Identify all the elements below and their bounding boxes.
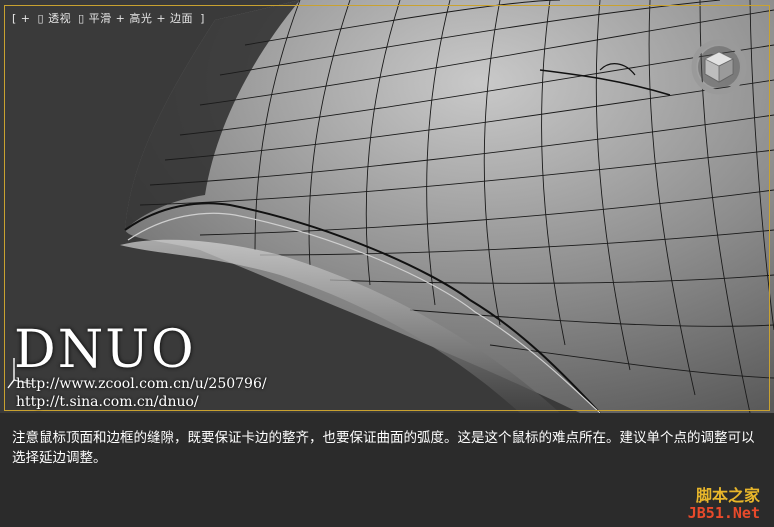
viewport-label-view-mode[interactable]: ▯ 透视 bbox=[38, 12, 72, 25]
3d-viewport[interactable]: [ + ▯ 透视 ▯ 平滑 + 高光 + 边面 ] DNUO http://ww… bbox=[0, 0, 774, 413]
viewport-label-menu[interactable]: [ + ▯ 透视 ▯ 平滑 + 高光 + 边面 ] bbox=[12, 10, 208, 26]
viewport-label-close: ] bbox=[200, 12, 205, 25]
site-logo-cn: 脚本之家 bbox=[695, 486, 760, 505]
watermark-brand: DNUO bbox=[14, 320, 196, 380]
viewport-label-open[interactable]: [ + bbox=[12, 12, 35, 25]
viewcube-icon[interactable] bbox=[690, 38, 748, 96]
watermark-url-zcool: http://www.zcool.com.cn/u/250796/ bbox=[16, 376, 267, 392]
watermark-url-sina: http://t.sina.com.cn/dnuo/ bbox=[16, 394, 199, 410]
viewport-label-shading-mode[interactable]: ▯ 平滑 + 高光 + 边面 bbox=[78, 12, 193, 25]
site-logo-en: JB51.Net bbox=[687, 504, 760, 522]
site-logo: 脚本之家 JB51.Net bbox=[687, 482, 770, 526]
caption-text: 注意鼠标顶面和边框的缝隙，既要保证卡边的整齐，也要保证曲面的弧度。这是这个鼠标的… bbox=[12, 430, 755, 466]
